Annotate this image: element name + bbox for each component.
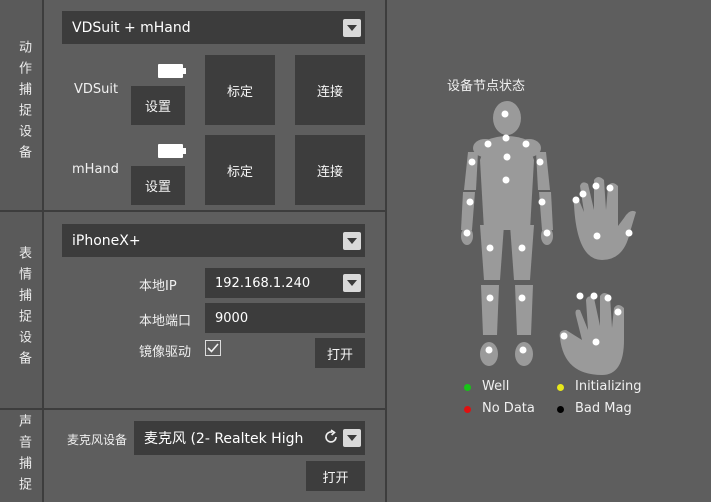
chevron-down-icon[interactable] xyxy=(343,429,361,447)
legend-label-bad-mag: Bad Mag xyxy=(575,401,632,416)
mhand-connect-button[interactable]: 连接 xyxy=(295,135,365,205)
motion-capture-section-label: 动作捕捉设备 xyxy=(16,40,31,166)
face-open-button[interactable]: 打开 xyxy=(315,338,365,368)
vdsuit-settings-button[interactable]: 设置 xyxy=(131,86,185,125)
mhand-settings-button[interactable]: 设置 xyxy=(131,166,185,205)
legend-label-no-data: No Data xyxy=(482,401,535,416)
local-ip-value: 192.168.1.240 xyxy=(215,275,311,291)
hand-silhouette-bottom xyxy=(559,293,624,375)
column-divider xyxy=(42,0,44,502)
mic-device-select[interactable]: 麦克风 (2- Realtek High xyxy=(134,421,365,455)
legend-dot-bad-mag xyxy=(557,406,564,413)
node-status-title: 设备节点状态 xyxy=(447,79,526,94)
face-device-value: iPhoneX+ xyxy=(72,232,141,249)
audio-capture-section-label: 声音捕捉 xyxy=(16,414,31,498)
chevron-down-icon[interactable] xyxy=(343,18,361,37)
motion-device-value: VDSuit + mHand xyxy=(72,19,191,36)
legend-label-well: Well xyxy=(482,379,510,394)
mhand-label: mHand xyxy=(72,162,119,177)
chevron-down-icon[interactable] xyxy=(343,231,361,250)
check-icon xyxy=(207,343,219,353)
panel-divider xyxy=(385,0,387,502)
refresh-icon[interactable] xyxy=(323,429,339,449)
legend-label-initializing: Initializing xyxy=(575,379,642,394)
vdsuit-label: VDSuit xyxy=(74,82,119,97)
face-capture-section-label: 表情捕捉设备 xyxy=(16,246,31,372)
vdsuit-battery-tip xyxy=(183,68,186,74)
body-node-diagram xyxy=(461,101,636,375)
vdsuit-battery-icon xyxy=(158,64,183,78)
mhand-battery-tip xyxy=(183,148,186,154)
section-divider xyxy=(0,210,386,212)
face-device-select[interactable]: iPhoneX+ xyxy=(62,224,365,257)
section-divider xyxy=(0,408,386,410)
local-port-input[interactable]: 9000 xyxy=(205,303,365,333)
legend-dot-well xyxy=(464,384,471,391)
mic-device-value: 麦克风 (2- Realtek High xyxy=(144,431,304,447)
vdsuit-connect-button[interactable]: 连接 xyxy=(295,55,365,125)
local-ip-label: 本地IP xyxy=(139,279,177,294)
audio-open-button[interactable]: 打开 xyxy=(306,461,365,491)
hand-silhouette-top xyxy=(573,177,636,260)
legend-dot-initializing xyxy=(557,384,564,391)
chevron-down-icon[interactable] xyxy=(343,274,361,292)
local-ip-select[interactable]: 192.168.1.240 xyxy=(205,268,365,298)
legend-dot-no-data xyxy=(464,406,471,413)
vdsuit-calibrate-button[interactable]: 标定 xyxy=(205,55,275,125)
mhand-battery-icon xyxy=(158,144,183,158)
local-port-label: 本地端口 xyxy=(139,314,192,329)
mirror-drive-checkbox[interactable] xyxy=(205,340,221,356)
mic-device-label: 麦克风设备 xyxy=(67,433,128,447)
motion-device-select[interactable]: VDSuit + mHand xyxy=(62,11,365,44)
mhand-calibrate-button[interactable]: 标定 xyxy=(205,135,275,205)
mirror-drive-label: 镜像驱动 xyxy=(139,345,192,360)
